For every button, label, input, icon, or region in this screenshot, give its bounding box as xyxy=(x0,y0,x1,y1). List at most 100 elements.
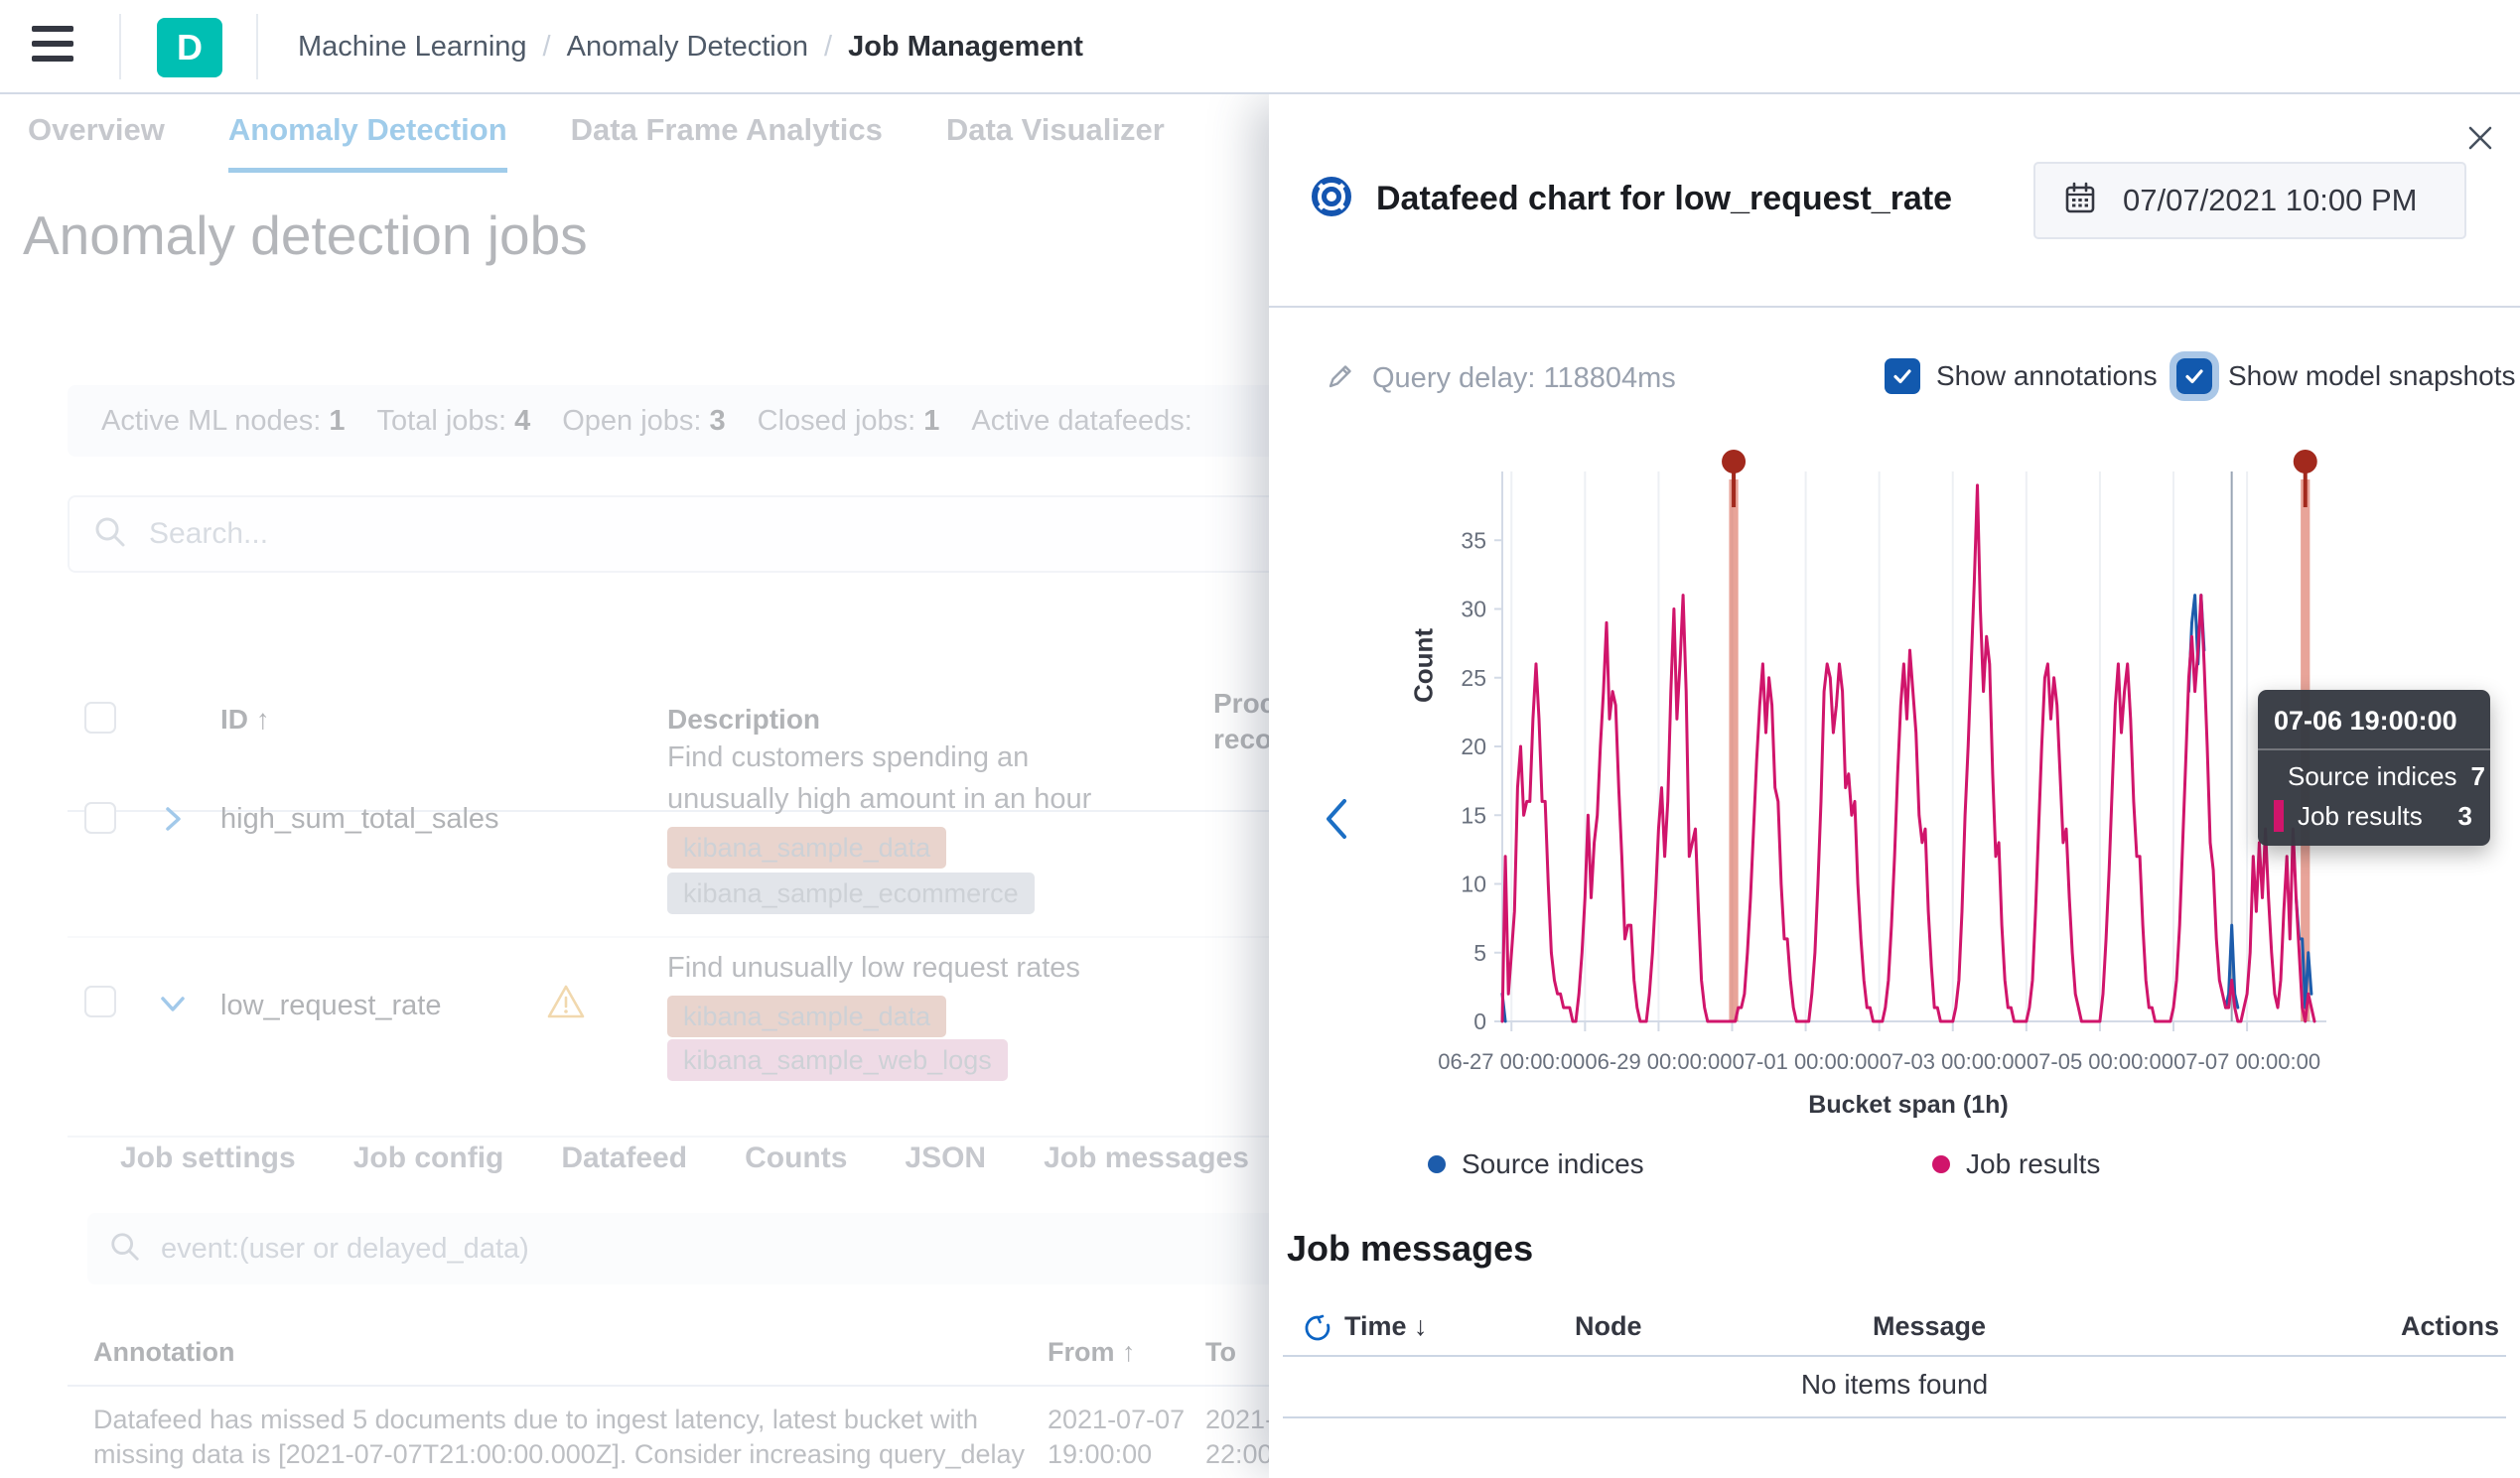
svg-text:Bucket span (1h): Bucket span (1h) xyxy=(1808,1091,2008,1119)
column-header-actions: Actions xyxy=(2401,1311,2499,1342)
legend-item-source-indices[interactable]: Source indices xyxy=(1428,1148,1644,1180)
empty-table-message: No items found xyxy=(1269,1369,2520,1401)
query-delay: Query delay: 118804ms xyxy=(1325,360,1676,397)
legend-dot xyxy=(1428,1155,1446,1173)
warning-icon xyxy=(544,980,580,1015)
tab-job-config[interactable]: Job config xyxy=(353,1142,504,1175)
breadcrumb-machine-learning[interactable]: Machine Learning xyxy=(298,31,527,64)
tooltip-row-job-results: Job results 3 xyxy=(2274,800,2472,832)
svg-text:25: 25 xyxy=(1461,665,1486,691)
stat-active-ml-nodes: Active ML nodes:1 xyxy=(101,405,346,438)
date-picker[interactable]: 07/07/2021 10:00 PM xyxy=(2033,162,2466,239)
job-id-link[interactable]: low_request_rate xyxy=(220,990,441,1022)
close-icon[interactable] xyxy=(2458,116,2502,160)
svg-text:0: 0 xyxy=(1473,1008,1486,1034)
page-title: Anomaly detection jobs xyxy=(23,203,588,267)
tab-data-visualizer[interactable]: Data Visualizer xyxy=(946,112,1165,173)
breadcrumb-job-management: Job Management xyxy=(848,31,1083,64)
index-tag: kibana_sample_data xyxy=(667,827,946,869)
column-header-description[interactable]: Description xyxy=(667,704,820,736)
tab-job-settings[interactable]: Job settings xyxy=(120,1142,296,1175)
sort-asc-icon: ↑ xyxy=(256,704,270,735)
tab-json[interactable]: JSON xyxy=(905,1142,986,1175)
job-description: Find customers spending an xyxy=(667,741,1029,774)
svg-text:10: 10 xyxy=(1461,872,1486,897)
svg-text:15: 15 xyxy=(1461,802,1486,828)
chart-legend: Source indices Job results xyxy=(1269,1148,2520,1188)
legend-dot xyxy=(1932,1155,1950,1173)
tooltip-row-source-indices: Source indices 7 xyxy=(2274,760,2472,792)
svg-text:07-03 00:00:00: 07-03 00:00:00 xyxy=(1880,1049,2027,1074)
legend-item-job-results[interactable]: Job results xyxy=(1932,1148,2100,1180)
stat-total-jobs: Total jobs:4 xyxy=(377,405,531,438)
kibana-ml-page: Overview Anomaly Detection Data Frame An… xyxy=(0,0,2520,1478)
calendar-icon xyxy=(2061,180,2099,222)
svg-text:30: 30 xyxy=(1461,597,1486,622)
stat-closed-jobs: Closed jobs:1 xyxy=(758,405,940,438)
index-tag: kibana_sample_ecommerce xyxy=(667,873,1035,914)
breadcrumb-separator: / xyxy=(543,31,551,64)
column-header-annotation[interactable]: Annotation xyxy=(93,1337,234,1368)
chevron-right-icon[interactable] xyxy=(155,801,191,837)
pencil-icon xyxy=(1325,360,1356,397)
svg-text:07-07 00:00:00: 07-07 00:00:00 xyxy=(2173,1049,2320,1074)
index-tag: kibana_sample_data xyxy=(667,996,946,1037)
flyout-title: Datafeed chart for low_request_rate xyxy=(1376,180,1952,218)
index-tag: kibana_sample_web_logs xyxy=(667,1039,1008,1081)
sort-asc-icon: ↑ xyxy=(1122,1337,1136,1367)
row-checkbox[interactable] xyxy=(84,986,116,1017)
job-id-link[interactable]: high_sum_total_sales xyxy=(220,803,499,836)
breadcrumb-anomaly-detection[interactable]: Anomaly Detection xyxy=(567,31,808,64)
column-header-id[interactable]: ID ↑ xyxy=(220,704,270,736)
tab-anomaly-detection[interactable]: Anomaly Detection xyxy=(228,112,507,173)
breadcrumb: Machine Learning / Anomaly Detection / J… xyxy=(298,0,1083,94)
column-header-from[interactable]: From ↑ xyxy=(1048,1337,1136,1368)
column-header-message[interactable]: Message xyxy=(1873,1311,1986,1342)
stat-open-jobs: Open jobs:3 xyxy=(562,405,725,438)
show-annotations-checkbox[interactable]: Show annotations xyxy=(1885,358,2158,394)
checkbox-checked-icon xyxy=(2176,358,2212,394)
jobs-search-input[interactable] xyxy=(149,517,1142,551)
job-messages-heading: Job messages xyxy=(1287,1228,1533,1270)
search-icon xyxy=(109,1231,141,1268)
tab-job-messages[interactable]: Job messages xyxy=(1044,1142,1249,1175)
annotation-text: Datafeed has missed 5 documents due to i… xyxy=(93,1403,1037,1472)
column-header-node[interactable]: Node xyxy=(1575,1311,1642,1342)
column-header-time[interactable]: Time ↓ xyxy=(1344,1311,1428,1342)
menu-icon[interactable] xyxy=(32,26,75,67)
svg-text:35: 35 xyxy=(1461,527,1486,553)
app-tabs: Overview Anomaly Detection Data Frame An… xyxy=(28,112,1165,173)
job-description: Find unusually low request rates xyxy=(667,952,1080,985)
row-checkbox[interactable] xyxy=(84,802,116,834)
chart-previous-icon[interactable] xyxy=(1317,789,1356,849)
svg-text:07-01 00:00:00: 07-01 00:00:00 xyxy=(1733,1049,1880,1074)
datafeed-chart-flyout: Datafeed chart for low_request_rate 07/0… xyxy=(1269,94,2520,1478)
refresh-icon[interactable] xyxy=(1303,1313,1332,1350)
datafeed-icon xyxy=(1309,174,1354,224)
query-delay-text: Query delay: 118804ms xyxy=(1372,362,1676,395)
app-header: D Machine Learning / Anomaly Detection /… xyxy=(0,0,2520,94)
annotations-filter-input[interactable] xyxy=(161,1233,1154,1266)
search-icon xyxy=(93,515,127,554)
tab-counts[interactable]: Counts xyxy=(745,1142,847,1175)
job-description: unusually high amount in an hour xyxy=(667,783,1091,816)
checkbox-checked-icon xyxy=(1885,358,1920,394)
date-picker-value: 07/07/2021 10:00 PM xyxy=(2123,183,2417,218)
select-all-checkbox[interactable] xyxy=(84,702,116,734)
svg-text:06-29 00:00:00: 06-29 00:00:00 xyxy=(1585,1049,1732,1074)
show-model-snapshots-checkbox[interactable]: Show model snapshots xyxy=(2176,358,2516,394)
breadcrumb-separator: / xyxy=(824,31,832,64)
job-detail-tabs: Job settings Job config Datafeed Counts … xyxy=(120,1142,1249,1175)
column-header-to[interactable]: To xyxy=(1205,1337,1236,1368)
svg-text:06-27 00:00:00: 06-27 00:00:00 xyxy=(1438,1049,1585,1074)
tab-datafeed[interactable]: Datafeed xyxy=(561,1142,687,1175)
checkbox-label: Show model snapshots xyxy=(2228,360,2516,392)
chevron-down-icon[interactable] xyxy=(155,986,191,1021)
svg-text:07-05 00:00:00: 07-05 00:00:00 xyxy=(2027,1049,2173,1074)
space-avatar[interactable]: D xyxy=(157,18,222,77)
svg-text:20: 20 xyxy=(1461,734,1486,759)
tab-data-frame-analytics[interactable]: Data Frame Analytics xyxy=(571,112,883,173)
svg-text:5: 5 xyxy=(1473,940,1486,966)
tab-overview[interactable]: Overview xyxy=(28,112,165,173)
chart-tooltip: 07-06 19:00:00 Source indices 7 Job resu… xyxy=(2258,690,2490,846)
